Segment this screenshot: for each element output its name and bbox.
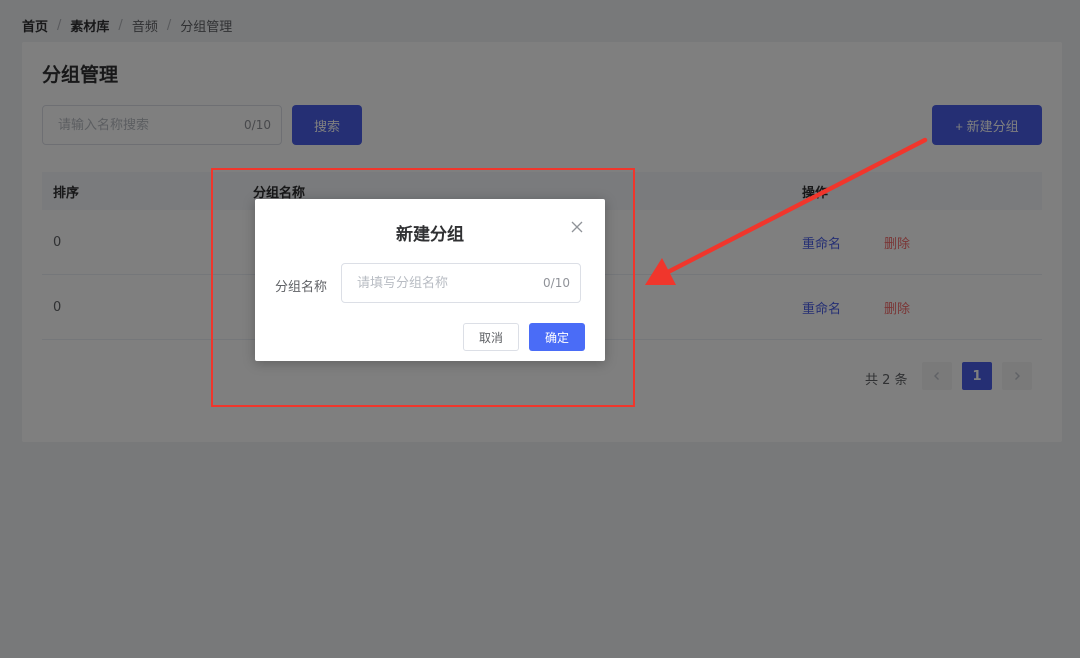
confirm-button[interactable]: 确定 xyxy=(529,323,585,351)
cancel-button[interactable]: 取消 xyxy=(463,323,519,351)
group-name-char-counter: 0/10 xyxy=(543,276,570,290)
group-name-label: 分组名称 xyxy=(275,280,328,295)
group-name-input[interactable] xyxy=(342,264,532,302)
page: 首页 / 素材库 / 音频 / 分组管理 分组管理 0/10 搜索 + 新建分组… xyxy=(0,0,1080,658)
close-icon[interactable] xyxy=(569,219,585,235)
new-group-dialog: 新建分组 分组名称 0/10 取消 确定 xyxy=(255,199,605,361)
dialog-title: 新建分组 xyxy=(396,225,464,245)
group-name-field[interactable]: 0/10 xyxy=(341,263,581,303)
